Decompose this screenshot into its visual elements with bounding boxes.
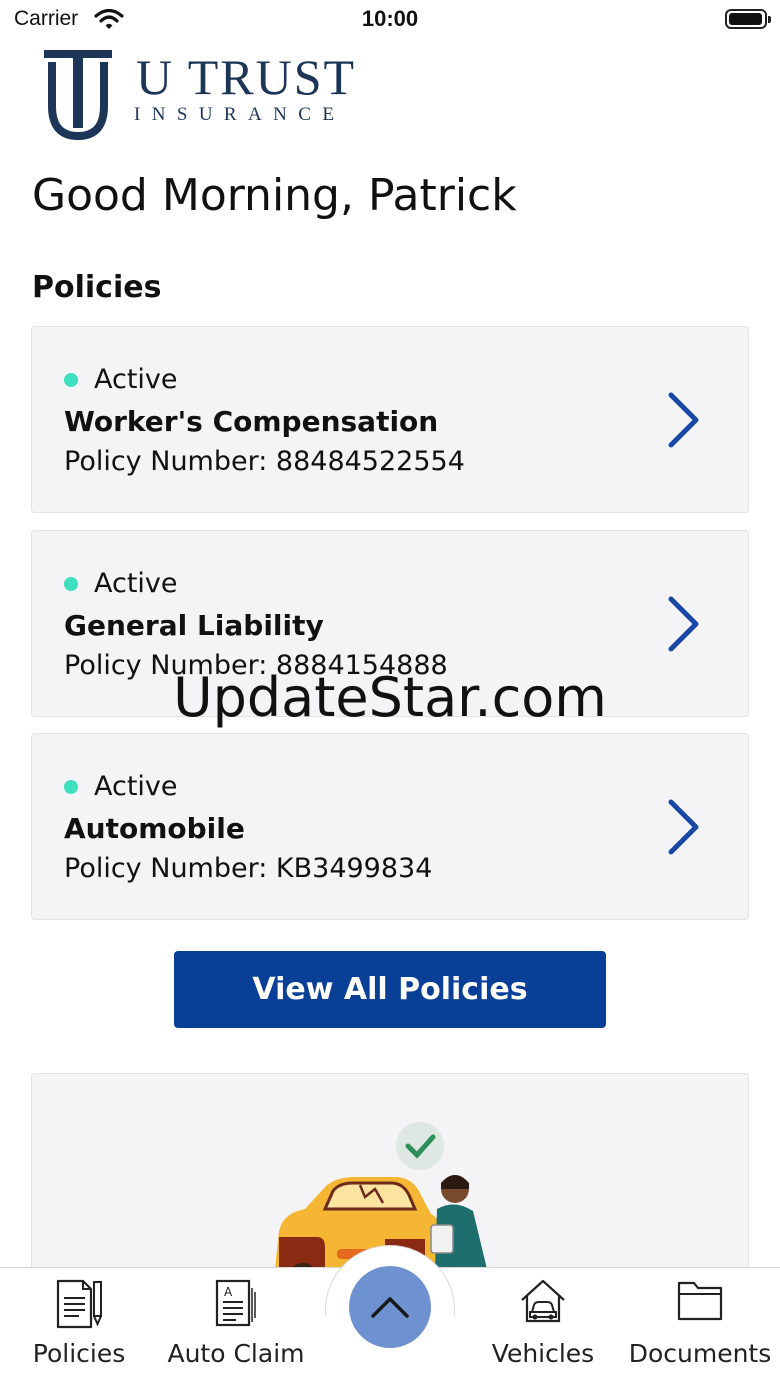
- policy-card[interactable]: Active Automobile Policy Number: KB34998…: [31, 733, 749, 920]
- status-bar: Carrier 10:00: [0, 0, 780, 40]
- logo-mark-icon: [44, 50, 112, 140]
- greeting: Good Morning, Patrick: [32, 170, 517, 221]
- tab-label: Policies: [32, 1339, 126, 1368]
- policy-status: Active: [94, 771, 178, 802]
- policy-number: Policy Number: 88484522554: [64, 446, 465, 477]
- policy-status: Active: [94, 364, 178, 395]
- tab-auto-claim[interactable]: A Auto Claim: [160, 1268, 312, 1387]
- policy-name: Automobile: [64, 812, 245, 845]
- chevron-up-icon: [371, 1297, 409, 1318]
- vehicles-icon: [521, 1279, 565, 1323]
- auto-claim-icon: A: [215, 1279, 256, 1327]
- policy-status: Active: [94, 568, 178, 599]
- tab-documents[interactable]: Documents: [624, 1268, 776, 1387]
- policies-icon: [56, 1279, 102, 1329]
- policy-name: Worker's Compensation: [64, 405, 439, 438]
- expand-menu-button[interactable]: [349, 1266, 431, 1348]
- active-status-dot: [64, 780, 78, 794]
- chevron-right-icon[interactable]: [664, 796, 704, 858]
- battery-icon: [725, 9, 771, 29]
- tab-label: Auto Claim: [167, 1339, 305, 1368]
- policies-section-title: Policies: [32, 270, 162, 305]
- tab-vehicles[interactable]: Vehicles: [478, 1268, 608, 1387]
- brand-logo: U TRUST INSURANCE: [42, 48, 372, 140]
- svg-text:A: A: [224, 1285, 233, 1299]
- policy-number: Policy Number: KB3499834: [64, 853, 433, 884]
- chevron-right-icon[interactable]: [664, 389, 704, 451]
- active-status-dot: [64, 373, 78, 387]
- active-status-dot: [64, 577, 78, 591]
- view-all-policies-button[interactable]: View All Policies: [174, 951, 606, 1028]
- policy-card[interactable]: Active Worker's Compensation Policy Numb…: [31, 326, 749, 513]
- clock: 10:00: [361, 6, 419, 31]
- tab-label: Documents: [628, 1339, 772, 1368]
- documents-icon: [677, 1281, 723, 1321]
- tab-policies[interactable]: Policies: [8, 1268, 150, 1387]
- tab-label: Vehicles: [491, 1339, 595, 1368]
- policy-name: General Liability: [64, 609, 324, 642]
- logo-name: U TRUST: [136, 49, 357, 105]
- watermark: UpdateStar.com: [173, 666, 607, 729]
- logo-subtitle: INSURANCE: [134, 104, 346, 125]
- chevron-right-icon[interactable]: [664, 593, 704, 655]
